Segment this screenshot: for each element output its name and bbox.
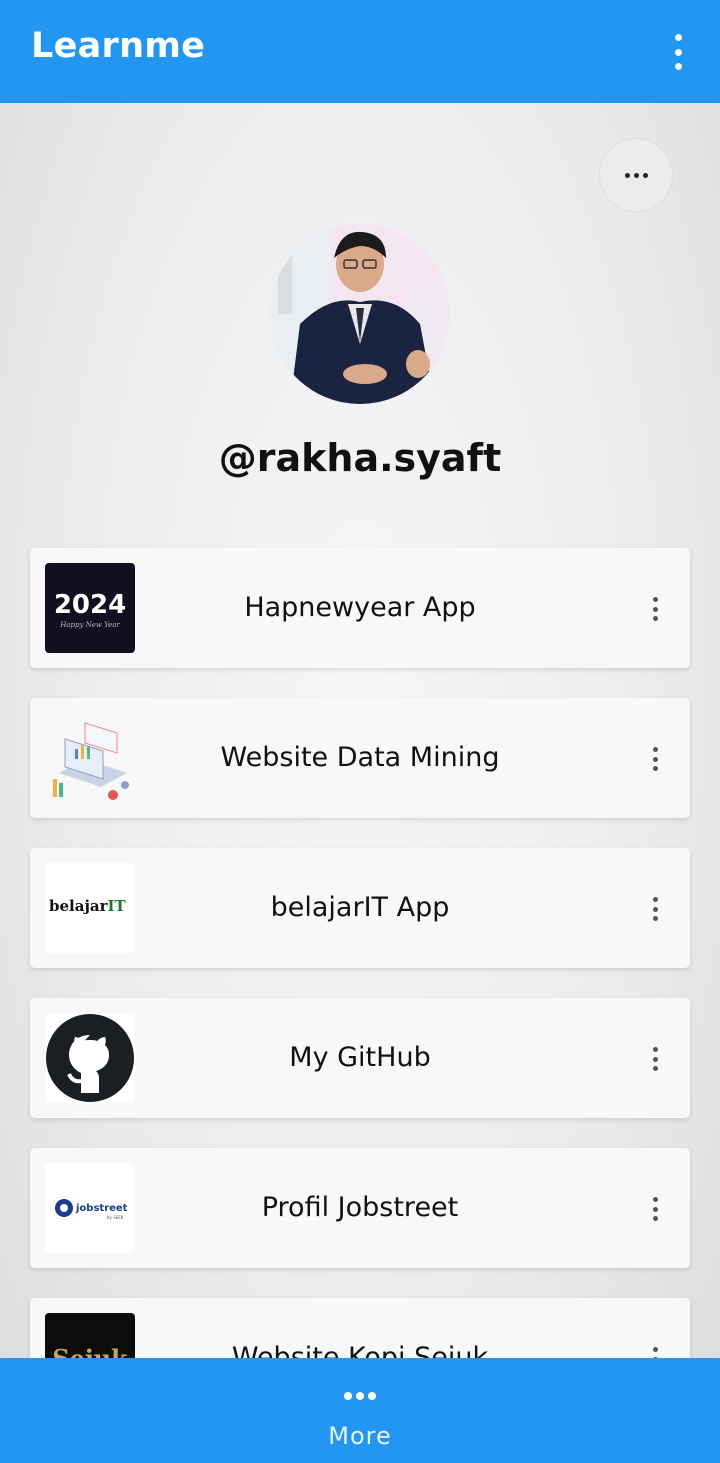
link-card-jobstreet[interactable]: jobstreet by SEEK Profil Jobstreet (30, 1148, 690, 1268)
avatar (270, 224, 450, 404)
overflow-menu-icon[interactable] (666, 34, 690, 70)
more-vertical-icon[interactable] (650, 897, 660, 921)
link-label: Profil Jobstreet (261, 1192, 459, 1223)
link-card-hapnewyear[interactable]: 2024 Happy New Year Hapnewyear App (30, 548, 690, 668)
link-card-data-mining[interactable]: Website Data Mining (30, 698, 690, 818)
more-vertical-icon[interactable] (650, 1047, 660, 1071)
app-title: Learnme (31, 26, 206, 66)
link-label: Website Data Mining (220, 742, 500, 773)
link-label: My GitHub (289, 1042, 431, 1073)
more-label: More (328, 1422, 392, 1450)
more-vertical-icon[interactable] (650, 747, 660, 771)
more-vertical-icon[interactable] (650, 1197, 660, 1221)
more-horizontal-icon (624, 172, 630, 178)
app-bar: Learnme (0, 0, 720, 103)
link-label: belajarIT App (270, 892, 450, 923)
link-card-github[interactable]: My GitHub (30, 998, 690, 1118)
profile-options-button[interactable] (599, 138, 673, 212)
link-label: Hapnewyear App (244, 592, 476, 623)
profile-username: @rakha.syaft (218, 436, 502, 480)
more-vertical-icon[interactable] (650, 597, 660, 621)
more-horizontal-icon (344, 1392, 376, 1400)
link-card-belajarit[interactable]: belajarIT belajarIT App (30, 848, 690, 968)
bottom-more-bar[interactable]: More (0, 1358, 720, 1463)
